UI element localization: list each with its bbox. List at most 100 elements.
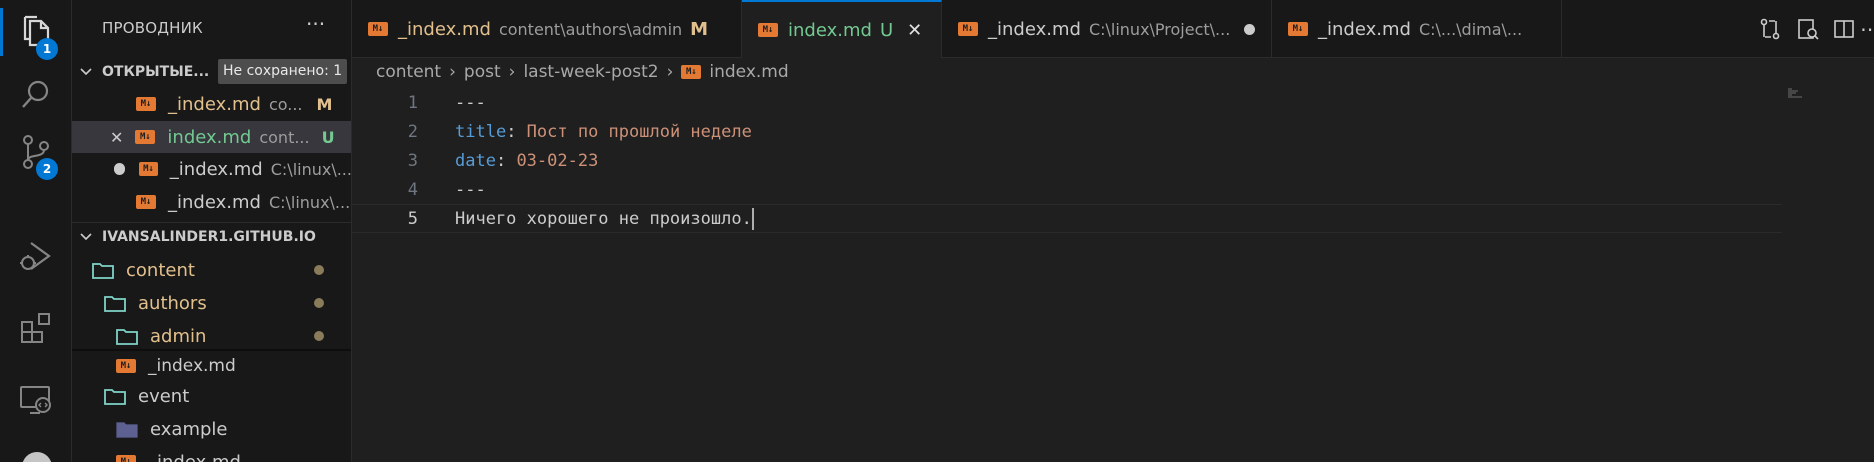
split-editor-icon (1834, 20, 1854, 38)
tree-label: _index.md (148, 356, 236, 376)
yaml-key: title (455, 121, 507, 142)
tree-folder[interactable]: admin (72, 320, 351, 352)
run-debug-activity[interactable] (0, 228, 72, 284)
untracked-flag: U (879, 19, 894, 41)
tree-label: _index.md (148, 451, 241, 462)
tree-folder[interactable]: authors (72, 287, 351, 319)
modified-flag: M (316, 94, 333, 114)
search-activity[interactable] (0, 66, 72, 122)
chevron-down-icon (80, 64, 92, 80)
tab-dima-index[interactable]: M↓ _index.md C:\...\dima\... (1272, 0, 1562, 58)
markdown-icon: M↓ (136, 195, 156, 209)
open-preview-icon (1798, 19, 1819, 40)
line-number: 2 (407, 121, 418, 142)
tab-desc: C:\linux\Project\... (1088, 19, 1231, 39)
code-line: 4 --- (352, 175, 1782, 204)
open-editor-name: _index.md (168, 191, 261, 213)
open-editor-item[interactable]: M↓ _index.md C:\linux\... (72, 153, 352, 185)
unsaved-dot-icon (114, 163, 126, 175)
tab-desc: C:\...\dima\... (1418, 19, 1523, 39)
line-number: 3 (407, 150, 418, 171)
tree-label: example (150, 418, 228, 440)
editor-tabs: M↓ _index.md content\authors\admin M M↓ … (352, 0, 1874, 58)
open-preview-button[interactable] (1794, 16, 1822, 42)
extensions-activity[interactable] (0, 300, 72, 356)
tree-folder[interactable]: content (72, 254, 351, 286)
run-debug-icon (20, 242, 51, 270)
repo-section-header[interactable]: IVANSALINDER1.GITHUB.IO (72, 222, 351, 250)
source-control-activity[interactable]: 2 (0, 124, 72, 180)
close-tab-button[interactable]: ✕ (907, 20, 922, 41)
modified-dot-icon (314, 331, 324, 341)
open-editor-desc: C:\linux\... (268, 192, 351, 212)
chevron-right-icon: › (449, 62, 456, 82)
markdown-icon: M↓ (116, 359, 136, 373)
line-number: 5 (407, 208, 418, 229)
line-number: 1 (407, 92, 418, 113)
breadcrumb-item[interactable]: last-week-post2 (523, 62, 658, 82)
open-editor-item[interactable]: ✕ M↓ index.md cont... U (72, 121, 351, 153)
line-text: --- (455, 92, 486, 113)
chevron-right-icon: › (508, 62, 516, 82)
line-text: --- (455, 179, 486, 200)
markdown-icon: M↓ (681, 65, 702, 79)
tab-label: _index.md (398, 18, 491, 40)
code-line: 1 --- (352, 88, 1782, 117)
yaml-colon: : (506, 121, 527, 142)
open-editor-desc: C:\linux\... (270, 159, 352, 179)
markdown-icon: M↓ (139, 162, 158, 176)
code-line: 2 title: Пост по прошлой неделе (352, 117, 1782, 146)
code-line-current: 5 Ничего хорошего не произошло. (352, 204, 1782, 233)
line-text: Ничего хорошего не произошло. (455, 208, 752, 229)
yaml-value: Пост по прошлой неделе (526, 121, 752, 142)
open-editor-name: index.md (167, 126, 252, 148)
markdown-icon: M↓ (135, 130, 156, 144)
tree-label: admin (150, 325, 207, 347)
open-editor-item[interactable]: M↓ _index.md C:\linux\... (72, 186, 351, 218)
line-number: 4 (407, 179, 418, 200)
breadcrumb-item[interactable]: content (376, 62, 441, 82)
markdown-icon: M↓ (116, 455, 136, 462)
remote-explorer-icon (20, 386, 51, 414)
chevron-right-icon: › (666, 62, 674, 82)
more-actions-button[interactable]: ··· (306, 12, 325, 36)
unsaved-dot-icon[interactable] (1244, 23, 1256, 35)
open-editor-item[interactable]: M↓ _index.md co... M (72, 88, 351, 120)
tree-label: content (126, 259, 195, 281)
tab-project-index[interactable]: M↓ _index.md C:\linux\Project\... (942, 0, 1272, 58)
tree-file[interactable]: M↓ _index.md (72, 446, 351, 462)
markdown-icon: M↓ (1288, 22, 1308, 36)
close-icon[interactable]: ✕ (110, 128, 123, 147)
tree-folder[interactable]: event (72, 380, 351, 412)
code-editor[interactable]: 1 --- 2 title: Пост по прошлой неделе 3 … (352, 88, 1874, 462)
markdown-icon: M↓ (958, 22, 978, 36)
remote-explorer-activity[interactable] (0, 372, 72, 428)
minimap[interactable] (1788, 88, 1816, 98)
explorer-badge: 1 (36, 38, 58, 60)
compare-changes-icon (1760, 18, 1780, 40)
more-tab-actions-button[interactable]: ⋯ (1856, 16, 1874, 42)
repo-label: IVANSALINDER1.GITHUB.IO (102, 228, 316, 245)
tab-authors-index[interactable]: M↓ _index.md content\authors\admin M (352, 0, 742, 58)
tree-label: authors (138, 292, 207, 314)
modified-flag: M (690, 18, 709, 40)
folder-open-icon (104, 388, 126, 405)
breadcrumb-item[interactable]: post (464, 62, 501, 82)
tab-index-active[interactable]: M↓ index.md U ✕ (742, 0, 942, 58)
tree-folder[interactable]: example (72, 413, 351, 445)
explorer-activity[interactable]: 1 (0, 4, 72, 60)
tree-file[interactable]: M↓ _index.md (72, 349, 351, 381)
open-editor-desc: cont... (259, 127, 310, 147)
compare-changes-button[interactable] (1756, 16, 1784, 42)
account-avatar[interactable] (22, 452, 52, 462)
yaml-key: date (455, 150, 496, 171)
text-cursor (751, 207, 754, 230)
chevron-down-icon (80, 229, 92, 245)
split-editor-button[interactable] (1830, 16, 1858, 42)
code-line: 3 date: 03-02-23 (352, 146, 1782, 175)
explorer-title: ПРОВОДНИК (102, 19, 203, 37)
breadcrumb-item[interactable]: index.md (709, 62, 788, 82)
open-editor-name: _index.md (169, 158, 263, 180)
open-editors-label: ОТКРЫТЫЕ... (102, 64, 210, 80)
tab-label: _index.md (1318, 18, 1411, 40)
